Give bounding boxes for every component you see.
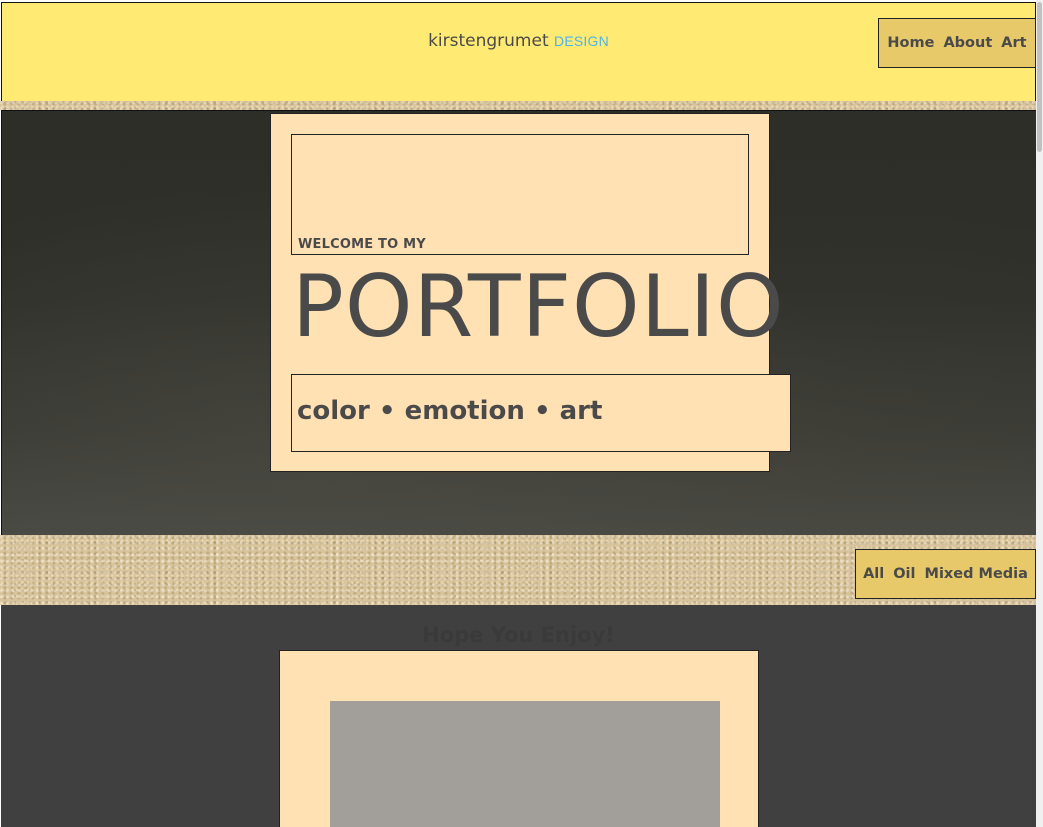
- tagline-text: color • emotion • art: [297, 396, 603, 426]
- welcome-text: WELCOME TO MY: [298, 237, 426, 252]
- nav-about-link[interactable]: About: [943, 35, 992, 51]
- brand-name: kirstengrumet: [428, 31, 549, 51]
- tagline-box: color • emotion • art: [291, 374, 791, 452]
- page: kirstengrumet DESIGN Home About Art WELC…: [0, 0, 1043, 827]
- nav-home-link[interactable]: Home: [887, 35, 934, 51]
- gallery-section: Hope You Enjoy!: [1, 605, 1036, 827]
- site-header: kirstengrumet DESIGN Home About Art: [1, 2, 1036, 102]
- artwork-card[interactable]: [279, 650, 759, 827]
- portfolio-title: PORTFOLIO: [292, 257, 785, 357]
- cork-divider-top: [0, 101, 1036, 110]
- gallery-heading: Hope You Enjoy!: [422, 623, 615, 647]
- filter-all-link[interactable]: All: [863, 566, 884, 582]
- vertical-scrollbar[interactable]: [1036, 0, 1043, 827]
- filter-mixed-media-link[interactable]: Mixed Media: [925, 566, 1028, 582]
- welcome-box: WELCOME TO MY: [291, 134, 749, 255]
- filter-oil-link[interactable]: Oil: [893, 566, 915, 582]
- hero-card: WELCOME TO MY PORTFOLIO color • emotion …: [270, 113, 791, 472]
- art-filter-nav: All Oil Mixed Media: [855, 549, 1036, 599]
- artwork-image[interactable]: [330, 701, 720, 827]
- hero-section: WELCOME TO MY PORTFOLIO color • emotion …: [1, 110, 1037, 536]
- nav-art-link[interactable]: Art: [1001, 35, 1026, 51]
- main-nav: Home About Art: [878, 18, 1036, 68]
- brand-suffix: DESIGN: [554, 33, 609, 49]
- scrollbar-thumb[interactable]: [1037, 2, 1042, 152]
